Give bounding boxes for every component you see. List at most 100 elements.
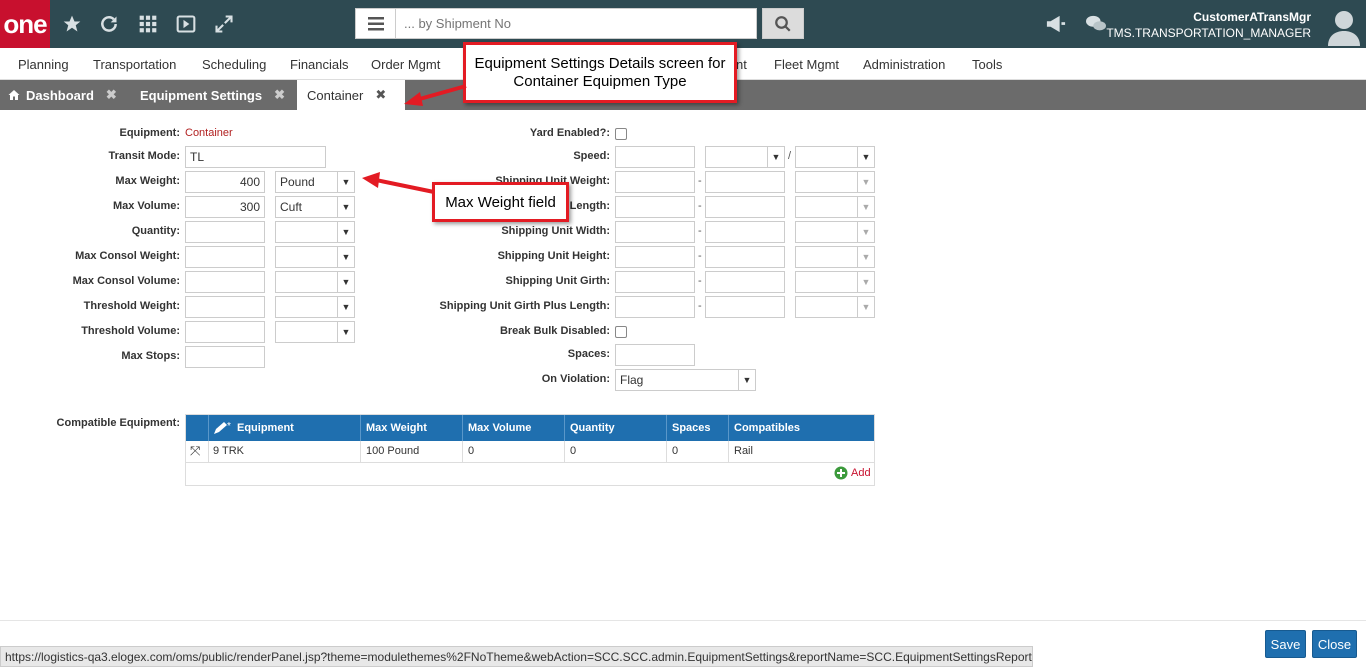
shipping-unit-girth-plus-length-unit[interactable]: ▼ xyxy=(795,296,875,318)
col-max-weight[interactable]: Max Weight xyxy=(366,422,427,434)
close-icon[interactable]: ✖ xyxy=(106,87,117,103)
close-icon[interactable]: ✖ xyxy=(375,87,386,103)
tab-equipment-settings[interactable]: Equipment Settings ✖ xyxy=(140,80,285,110)
shipping-unit-height-label: Shipping Unit Height: xyxy=(497,250,610,262)
star-icon[interactable] xyxy=(60,12,84,36)
footer-divider xyxy=(0,620,1366,621)
shipping-unit-girth-min[interactable] xyxy=(615,271,695,293)
threshold-volume-unit-select[interactable]: ▼ xyxy=(275,321,355,343)
refresh-icon[interactable] xyxy=(97,12,121,36)
chevron-down-icon: ▼ xyxy=(857,247,874,267)
shipping-unit-width-unit[interactable]: ▼ xyxy=(795,221,875,243)
shipping-unit-girth-max[interactable] xyxy=(705,271,785,293)
yard-enabled-checkbox[interactable] xyxy=(615,128,627,140)
search-icon xyxy=(775,15,791,32)
tab-dashboard[interactable]: Dashboard ✖ xyxy=(8,80,117,110)
search-box xyxy=(355,8,757,39)
play-icon[interactable] xyxy=(174,12,198,36)
quantity-unit-select[interactable]: ▼ xyxy=(275,221,355,243)
threshold-volume-input[interactable] xyxy=(185,321,265,343)
hamburger-menu-icon[interactable] xyxy=(356,9,396,38)
threshold-weight-input[interactable] xyxy=(185,296,265,318)
max-consol-weight-unit-select[interactable]: ▼ xyxy=(275,246,355,268)
shipping-unit-length-min[interactable] xyxy=(615,196,695,218)
col-equipment[interactable]: Equipment xyxy=(237,422,294,434)
table-row[interactable]: ⤧ 9 TRK 100 Pound 0 0 0 Rail xyxy=(186,441,874,463)
shipping-unit-length-unit[interactable]: ▼ xyxy=(795,196,875,218)
max-consol-volume-input[interactable] xyxy=(185,271,265,293)
expand-icon[interactable] xyxy=(212,12,236,36)
cell-max-volume[interactable]: 0 xyxy=(468,445,474,457)
max-weight-input[interactable] xyxy=(185,171,265,193)
quantity-input[interactable] xyxy=(185,221,265,243)
grid-apps-icon[interactable] xyxy=(136,12,160,36)
shipping-unit-girth-plus-length-min[interactable] xyxy=(615,296,695,318)
shipping-unit-width-label: Shipping Unit Width: xyxy=(501,225,610,237)
add-button[interactable]: Add xyxy=(834,466,871,480)
cell-quantity[interactable]: 0 xyxy=(570,445,576,457)
max-stops-input[interactable] xyxy=(185,346,265,368)
speed-time-select[interactable]: ▼ xyxy=(795,146,875,168)
menu-administration[interactable]: Administration xyxy=(863,57,945,72)
col-max-volume[interactable]: Max Volume xyxy=(468,422,531,434)
speed-unit-select[interactable]: ▼ xyxy=(705,146,785,168)
shipping-unit-weight-min[interactable] xyxy=(615,171,695,193)
threshold-weight-unit-select[interactable]: ▼ xyxy=(275,296,355,318)
on-violation-select[interactable]: Flag ▼ xyxy=(615,369,756,391)
megaphone-icon[interactable] xyxy=(1044,12,1068,36)
chevron-down-icon: ▼ xyxy=(337,197,354,217)
menu-planning[interactable]: Planning xyxy=(18,57,69,72)
shipping-unit-girth-plus-length-max[interactable] xyxy=(705,296,785,318)
menu-financials[interactable]: Financials xyxy=(290,57,349,72)
menu-partial[interactable]: nt xyxy=(736,57,747,72)
cell-spaces[interactable]: 0 xyxy=(672,445,678,457)
search-button[interactable] xyxy=(762,8,804,39)
max-weight-unit-select[interactable]: Pound ▼ xyxy=(275,171,355,193)
max-consol-volume-label: Max Consol Volume: xyxy=(72,275,180,287)
max-consol-weight-input[interactable] xyxy=(185,246,265,268)
shipping-unit-width-max[interactable] xyxy=(705,221,785,243)
user-name[interactable]: CustomerATransMgr xyxy=(1193,10,1311,24)
transit-mode-input[interactable] xyxy=(185,146,326,168)
shipping-unit-girth-unit[interactable]: ▼ xyxy=(795,271,875,293)
shipping-unit-height-max[interactable] xyxy=(705,246,785,268)
max-volume-input[interactable] xyxy=(185,196,265,218)
cell-max-weight[interactable]: 100 Pound xyxy=(366,445,419,457)
close-icon[interactable]: ✖ xyxy=(274,87,285,103)
cell-equipment[interactable]: 9 TRK xyxy=(213,445,244,457)
max-stops-label: Max Stops: xyxy=(121,350,180,362)
app-logo[interactable]: one xyxy=(0,0,50,48)
col-spaces[interactable]: Spaces xyxy=(672,422,711,434)
shipping-unit-weight-max[interactable] xyxy=(705,171,785,193)
avatar[interactable] xyxy=(1327,8,1361,46)
close-button[interactable]: Close xyxy=(1312,630,1357,658)
col-quantity[interactable]: Quantity xyxy=(570,422,615,434)
tab-container[interactable]: Container ✖ xyxy=(297,80,405,110)
col-compatibles[interactable]: Compatibles xyxy=(734,422,800,434)
compatible-equipment-label: Compatible Equipment: xyxy=(56,417,180,429)
equipment-value: Container xyxy=(185,127,233,139)
callout-field-arrow xyxy=(362,172,435,194)
equipment-label: Equipment: xyxy=(119,127,181,139)
status-url: https://logistics-qa3.elogex.com/oms/pub… xyxy=(0,646,1033,667)
menu-order-mgmt[interactable]: Order Mgmt xyxy=(371,57,440,72)
menu-transportation[interactable]: Transportation xyxy=(93,57,176,72)
shipping-unit-height-min[interactable] xyxy=(615,246,695,268)
spaces-input[interactable] xyxy=(615,344,695,366)
break-bulk-disabled-checkbox[interactable] xyxy=(615,326,627,338)
save-button[interactable]: Save xyxy=(1265,630,1306,658)
speed-input[interactable] xyxy=(615,146,695,168)
max-volume-unit-select[interactable]: Cuft ▼ xyxy=(275,196,355,218)
shipping-unit-height-unit[interactable]: ▼ xyxy=(795,246,875,268)
max-consol-volume-unit-select[interactable]: ▼ xyxy=(275,271,355,293)
menu-fleet-mgmt[interactable]: Fleet Mgmt xyxy=(774,57,839,72)
shipping-unit-length-max[interactable] xyxy=(705,196,785,218)
chat-icon[interactable] xyxy=(1084,12,1108,36)
delete-row-icon[interactable]: ⤧ xyxy=(190,443,200,459)
cell-compatibles[interactable]: Rail xyxy=(734,445,753,457)
menu-tools[interactable]: Tools xyxy=(972,57,1002,72)
shipping-unit-weight-unit[interactable]: ▼ xyxy=(795,171,875,193)
menu-scheduling[interactable]: Scheduling xyxy=(202,57,266,72)
search-input[interactable] xyxy=(404,14,744,33)
shipping-unit-width-min[interactable] xyxy=(615,221,695,243)
